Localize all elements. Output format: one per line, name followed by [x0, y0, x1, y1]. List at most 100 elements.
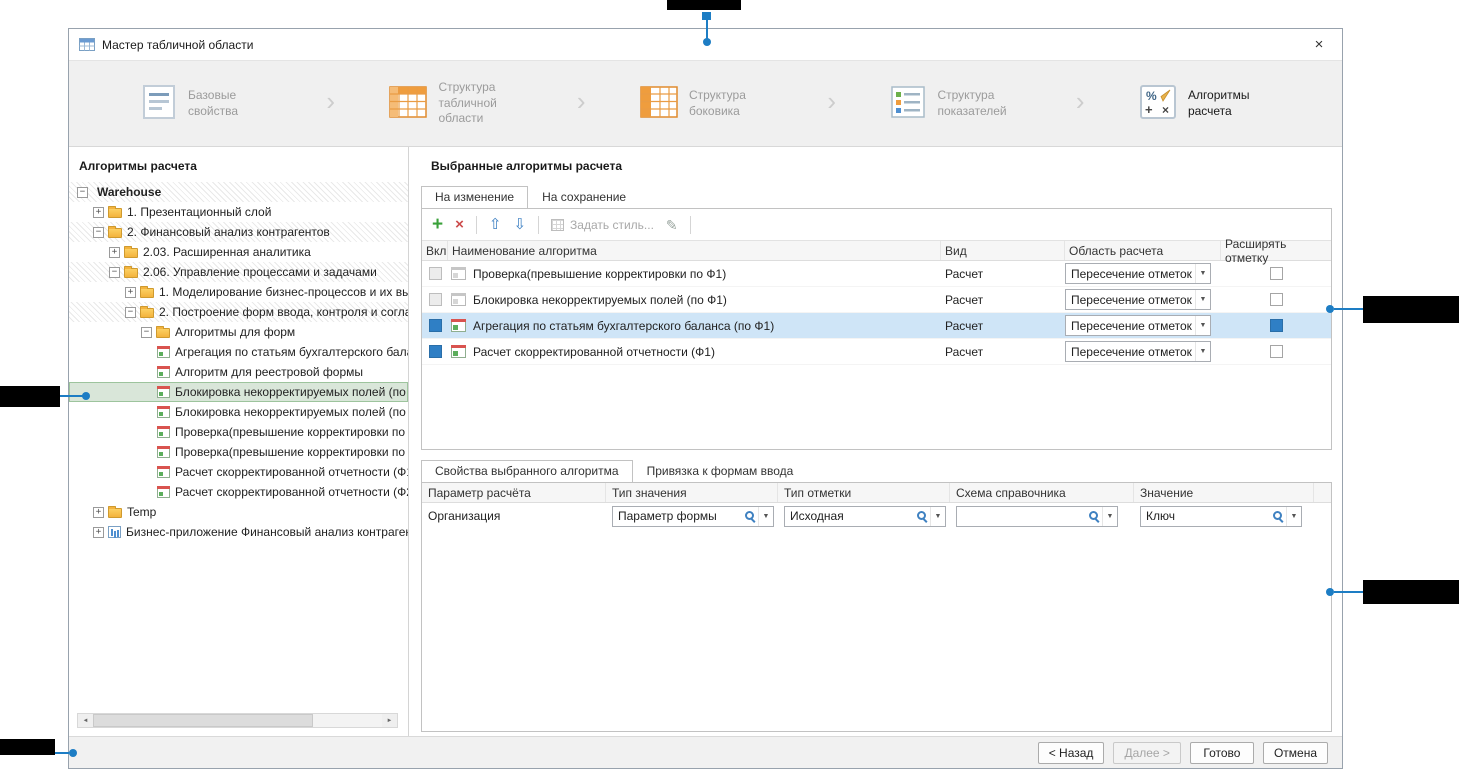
column-header-scope[interactable]: Область расчета	[1065, 241, 1221, 260]
scope-dropdown[interactable]: Пересечение отметок▼	[1065, 263, 1211, 284]
value-dropdown[interactable]: Ключ ▼	[1140, 506, 1302, 527]
finish-button[interactable]: Готово	[1190, 742, 1254, 764]
scope-dropdown[interactable]: Пересечение отметок▼	[1065, 289, 1211, 310]
collapse-icon[interactable]: −	[125, 307, 136, 318]
search-icon[interactable]	[744, 510, 756, 522]
tree-item[interactable]: Алгоритм для реестровой формы	[69, 362, 408, 382]
search-icon[interactable]	[1088, 510, 1100, 522]
column-header-dictionary-schema[interactable]: Схема справочника	[950, 483, 1134, 502]
next-button[interactable]: Далее >	[1113, 742, 1181, 764]
svg-text:%: %	[1146, 89, 1157, 103]
tree-item[interactable]: Проверка(превышение корректировки по Ф1)	[69, 422, 408, 442]
expand-icon[interactable]: +	[93, 507, 104, 518]
tree-item[interactable]: Блокировка некорректируемых полей (по Ф2…	[69, 402, 408, 422]
tree-horizontal-scrollbar[interactable]: ◄ ►	[77, 713, 398, 728]
column-header-name[interactable]: Наименование алгоритма	[448, 241, 941, 260]
scroll-left-icon[interactable]: ◄	[78, 714, 93, 727]
tree-item[interactable]: Расчет скорректированной отчетности (Ф1)	[69, 462, 408, 482]
tree-item[interactable]: Расчет скорректированной отчетности (Ф2)	[69, 482, 408, 502]
dropdown-arrow-icon[interactable]: ▼	[758, 507, 773, 526]
tree-item[interactable]: +1. Моделирование бизнес-процессов и их …	[69, 282, 408, 302]
collapse-icon[interactable]: −	[93, 227, 104, 238]
column-header-expand-mark[interactable]: Расширять отметку	[1221, 241, 1331, 260]
step-table-area-structure[interactable]: Структура табличной области	[387, 80, 524, 127]
dropdown-arrow-icon[interactable]: ▼	[1286, 507, 1301, 526]
step-calculation-algorithms[interactable]: % + × Алгоритмы расчета	[1137, 81, 1274, 126]
tree-item[interactable]: −2. Построение форм ввода, контроля и со…	[69, 302, 408, 322]
algorithm-row[interactable]: Агрегация по статьям бухгалтерского бала…	[422, 313, 1331, 339]
set-style-button[interactable]: Задать стиль...	[551, 218, 654, 232]
indicators-list-icon	[888, 82, 928, 125]
scrollbar-thumb[interactable]	[93, 714, 313, 727]
step-basic-properties[interactable]: Базовые свойства	[139, 82, 274, 125]
scope-dropdown[interactable]: Пересечение отметок▼	[1065, 341, 1211, 362]
column-header-value-type[interactable]: Тип значения	[606, 483, 778, 502]
tree-item[interactable]: +Бизнес-приложение Финансовый анализ кон…	[69, 522, 408, 542]
tree-item[interactable]: −2. Финансовый анализ контрагентов	[69, 222, 408, 242]
enabled-checkbox[interactable]	[429, 293, 442, 306]
tree-item[interactable]: Агрегация по статьям бухгалтерского бала…	[69, 342, 408, 362]
column-header-parameter[interactable]: Параметр расчёта	[422, 483, 606, 502]
expand-mark-checkbox[interactable]	[1270, 345, 1283, 358]
scope-dropdown[interactable]: Пересечение отметок▼	[1065, 315, 1211, 336]
tree-item[interactable]: +1. Презентационный слой	[69, 202, 408, 222]
tree-item[interactable]: Проверка(превышение корректировки по Ф2)	[69, 442, 408, 462]
algo-icon	[157, 346, 170, 358]
dropdown-arrow-icon[interactable]: ▼	[1102, 507, 1117, 526]
expand-icon[interactable]: +	[93, 527, 104, 538]
expand-mark-checkbox[interactable]	[1270, 267, 1283, 280]
mark-type-dropdown[interactable]: Исходная ▼	[784, 506, 946, 527]
collapse-icon[interactable]: −	[77, 187, 88, 198]
expand-mark-checkbox[interactable]	[1270, 319, 1283, 332]
tree-item[interactable]: Блокировка некорректируемых полей (по Ф1…	[69, 382, 408, 402]
tree-item-label: Блокировка некорректируемых полей (по Ф1…	[170, 385, 408, 399]
column-header-enabled[interactable]: Вкл	[422, 241, 448, 260]
tab-input-forms-binding[interactable]: Привязка к формам ввода	[633, 460, 808, 482]
expand-icon[interactable]: +	[125, 287, 136, 298]
dropdown-arrow-icon[interactable]: ▼	[930, 507, 945, 526]
scroll-right-icon[interactable]: ►	[382, 714, 397, 727]
add-icon[interactable]: +	[432, 215, 443, 234]
selected-algorithms-panel: Выбранные алгоритмы расчета На изменение…	[409, 147, 1342, 736]
selected-panel-title: Выбранные алгоритмы расчета	[421, 159, 1332, 182]
delete-icon[interactable]: ×	[455, 217, 464, 232]
algorithm-row[interactable]: Расчет скорректированной отчетности (Ф1)…	[422, 339, 1331, 365]
scrollbar-track[interactable]	[93, 714, 382, 727]
move-up-icon[interactable]: ⇧	[489, 217, 502, 232]
collapse-icon[interactable]: −	[141, 327, 152, 338]
move-down-icon[interactable]: ⇩	[513, 217, 526, 232]
tree-item[interactable]: − Алгоритмы для форм	[69, 322, 408, 342]
enabled-checkbox[interactable]	[429, 345, 442, 358]
column-header-value[interactable]: Значение	[1134, 483, 1314, 502]
search-icon[interactable]	[916, 510, 928, 522]
tab-on-save[interactable]: На сохранение	[528, 186, 640, 208]
tree-item[interactable]: +Temp	[69, 502, 408, 522]
expand-mark-checkbox[interactable]	[1270, 293, 1283, 306]
step-indicators-structure[interactable]: Структура показателей	[888, 82, 1023, 125]
step-side-header-structure[interactable]: Структура боковика	[638, 82, 775, 125]
tree-item[interactable]: −Warehouse	[69, 182, 408, 202]
tree-item[interactable]: +2.03. Расширенная аналитика	[69, 242, 408, 262]
search-icon[interactable]	[1272, 510, 1284, 522]
column-header-kind[interactable]: Вид	[941, 241, 1065, 260]
tree-item[interactable]: −2.06. Управление процессами и задачами	[69, 262, 408, 282]
tab-on-change[interactable]: На изменение	[421, 186, 528, 208]
collapse-icon[interactable]: −	[109, 267, 120, 278]
scope-value: Пересечение отметок	[1071, 345, 1195, 359]
close-icon[interactable]: ×	[1306, 36, 1332, 53]
value-type-dropdown[interactable]: Параметр формы ▼	[612, 506, 774, 527]
tree-item-label: Алгоритмы для форм	[170, 325, 295, 339]
dictionary-schema-dropdown[interactable]: ▼	[956, 506, 1118, 527]
tab-algorithm-properties[interactable]: Свойства выбранного алгоритма	[421, 460, 633, 482]
algorithm-row[interactable]: Проверка(превышение корректировки по Ф1)…	[422, 261, 1331, 287]
algorithm-row[interactable]: Блокировка некорректируемых полей (по Ф1…	[422, 287, 1331, 313]
enabled-checkbox[interactable]	[429, 267, 442, 280]
expand-icon[interactable]: +	[109, 247, 120, 258]
cancel-button[interactable]: Отмена	[1263, 742, 1328, 764]
edit-pencil-icon[interactable]: ✎	[666, 218, 678, 232]
back-button[interactable]: < Назад	[1038, 742, 1105, 764]
column-header-mark-type[interactable]: Тип отметки	[778, 483, 950, 502]
expand-icon[interactable]: +	[93, 207, 104, 218]
event-tabs: На изменение На сохранение	[421, 186, 1332, 208]
enabled-checkbox[interactable]	[429, 319, 442, 332]
